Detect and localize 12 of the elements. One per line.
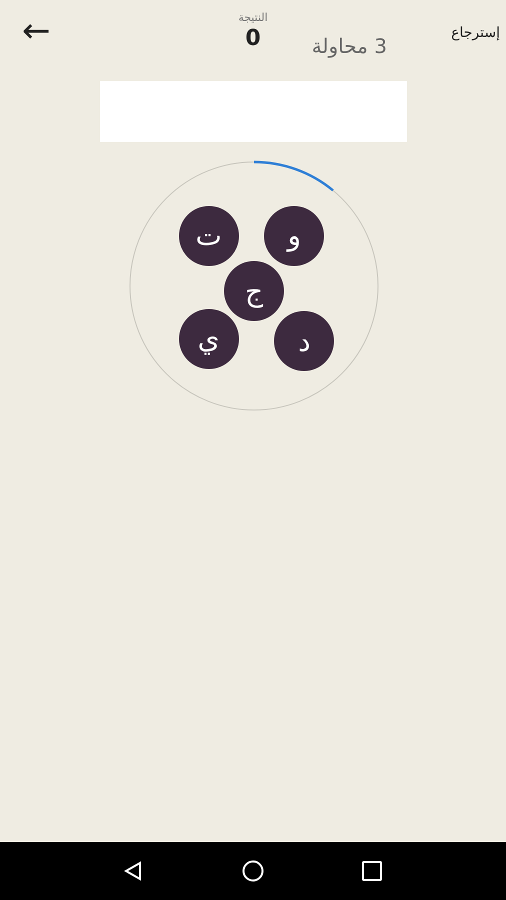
letter-tile[interactable]: ي: [178, 308, 239, 369]
score-label: النتيجة: [238, 11, 268, 24]
restore-button[interactable]: إسترجاع: [451, 26, 500, 40]
letter-tile[interactable]: ت: [178, 206, 239, 266]
score-value: 0: [245, 28, 261, 50]
letter-tile[interactable]: ج: [224, 261, 284, 322]
attempts-count: 3 محاولة: [312, 34, 387, 58]
letter-tile[interactable]: د: [274, 311, 334, 372]
back-button[interactable]: ←: [18, 14, 54, 48]
recents-icon[interactable]: [361, 860, 384, 882]
letter-tile[interactable]: و: [264, 206, 324, 266]
home-icon[interactable]: [242, 860, 264, 882]
